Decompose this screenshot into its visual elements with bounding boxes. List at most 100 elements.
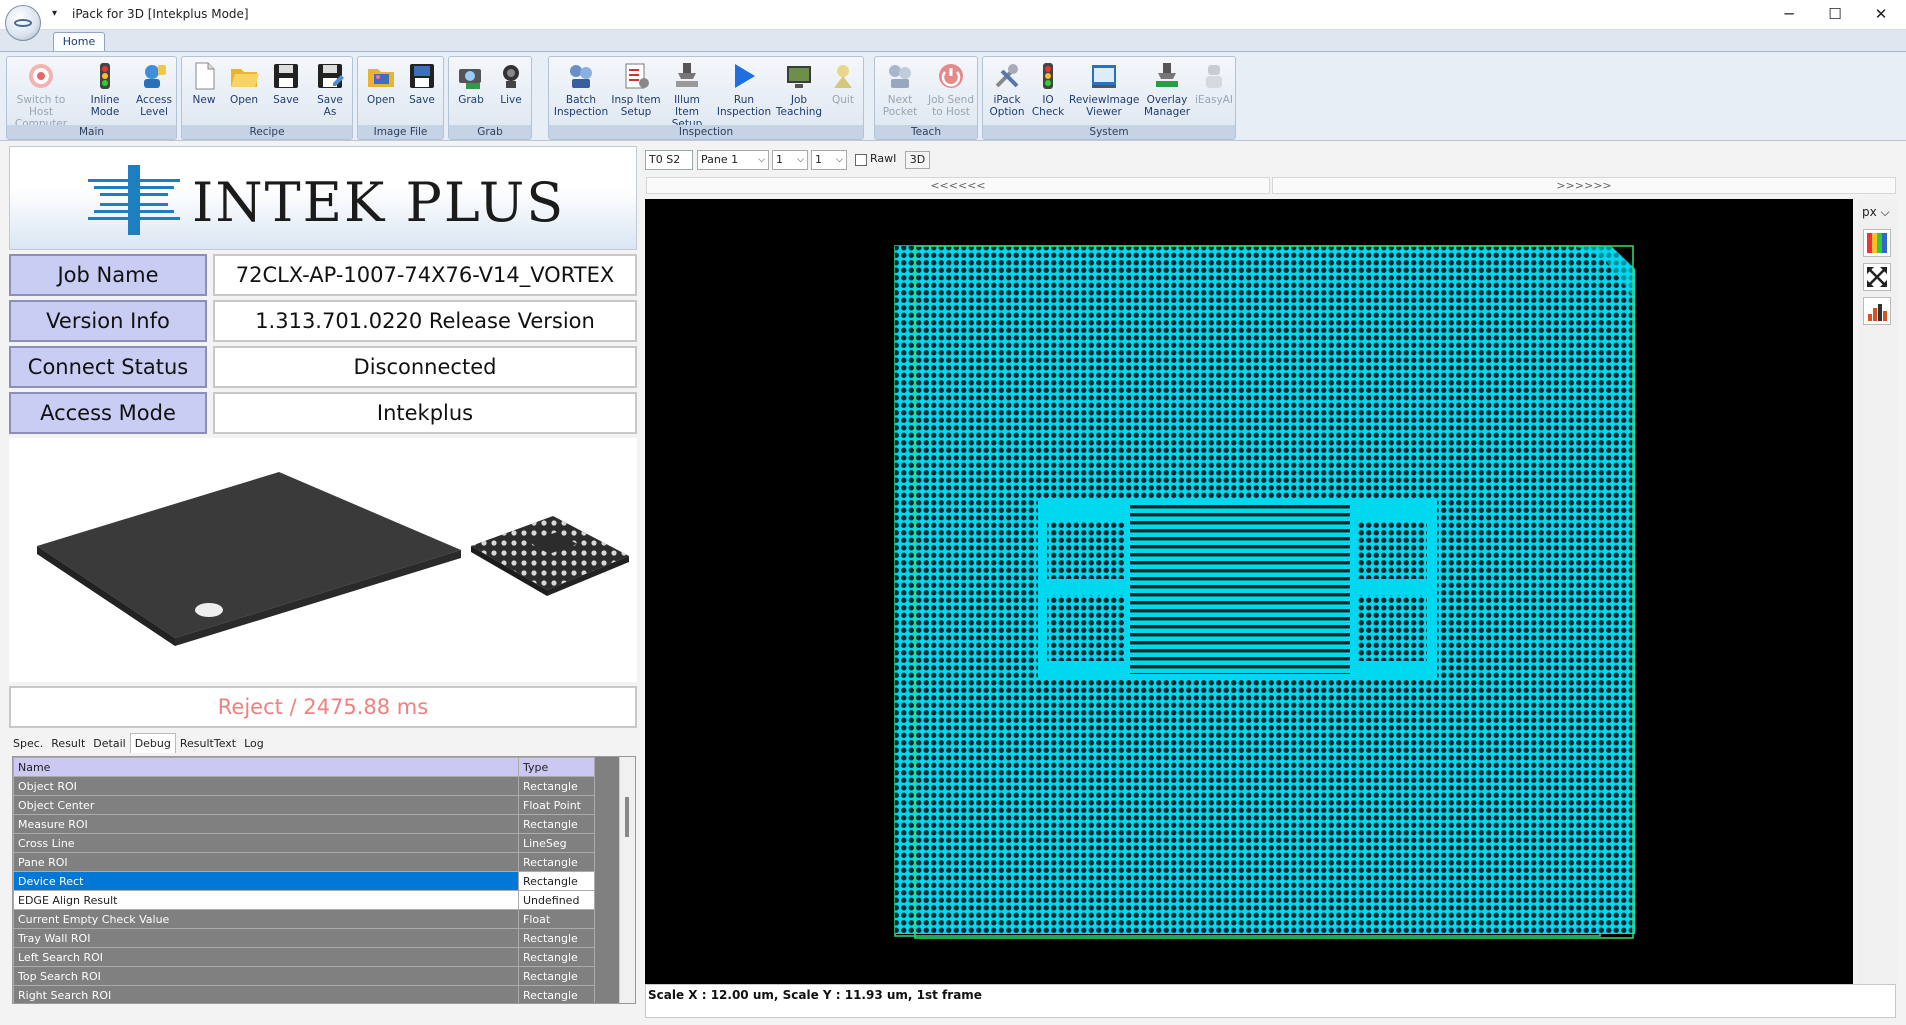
raw-checkbox[interactable] — [855, 154, 867, 166]
group-main: Switch to Host Computer Inline Mode Acce… — [6, 56, 177, 140]
table-row[interactable]: Left Search ROI Rectangle — [13, 947, 595, 967]
chevron-down-icon: ⌵ — [797, 155, 804, 165]
group-recipe: New Open Save Save As Recipe — [181, 56, 353, 140]
image-viewer[interactable] — [645, 199, 1853, 984]
quick-access-dropdown[interactable]: ▾ — [52, 8, 57, 19]
connect-status-row: Connect Status Disconnected — [9, 346, 637, 388]
illum-item-setup-button[interactable]: Illum Item Setup — [661, 59, 713, 130]
inline-mode-button[interactable]: Inline Mode — [85, 59, 125, 118]
switch-to-host-button[interactable]: Switch to Host Computer — [9, 59, 73, 130]
table-row[interactable]: Object Center Float Point — [13, 795, 595, 815]
review-image-viewer-button[interactable]: ReviewImage Viewer — [1069, 59, 1139, 118]
camera-grab-icon — [459, 69, 481, 89]
tab-result[interactable]: Result — [47, 734, 89, 754]
maximize-button[interactable]: ☐ — [1812, 0, 1858, 30]
scale-status-text: Scale X : 12.00 um, Scale Y : 11.93 um, … — [648, 988, 982, 1002]
io-check-button[interactable]: IO Check — [1031, 59, 1065, 118]
table-row[interactable]: Pane ROI Rectangle — [13, 852, 595, 872]
close-button[interactable]: ✕ — [1858, 0, 1904, 30]
recipe-save-as-label: Save As — [317, 94, 343, 118]
ribbon-tab-strip: Home — [0, 30, 1906, 52]
table-row-selected[interactable]: Device Rect Rectangle — [13, 871, 595, 891]
index-select-a[interactable]: 1 ⌵ — [772, 150, 808, 170]
recipe-save-as-button[interactable]: Save As — [310, 59, 350, 118]
access-mode-label: Access Mode — [9, 392, 207, 434]
tab-result-text[interactable]: ResultText — [176, 734, 240, 754]
row-name: Measure ROI — [13, 814, 519, 834]
package-illustration — [37, 472, 629, 646]
live-button[interactable]: Live — [493, 59, 529, 106]
tab-debug[interactable]: Debug — [129, 733, 176, 753]
row-name: Object ROI — [13, 776, 519, 796]
recipe-new-button[interactable]: New — [186, 59, 222, 106]
row-name: Top Search ROI — [13, 966, 519, 986]
group-teach: Next Pocket Job Send to Host Teach — [874, 56, 978, 140]
review-image-viewer-label: ReviewImage Viewer — [1069, 94, 1140, 118]
prev-frame-button[interactable]: <<<<<< — [646, 177, 1270, 194]
frame-input[interactable]: T0 S2 — [645, 150, 693, 170]
job-name-row: Job Name 72CLX-AP-1007-74X76-V14_VORTEX — [9, 254, 637, 296]
ipack-option-button[interactable]: iPack Option — [985, 59, 1029, 118]
batch-inspection-label: Batch Inspection — [553, 94, 609, 118]
row-name: Tray Wall ROI — [13, 928, 519, 948]
job-send-to-host-label: Job Send to Host — [928, 94, 974, 118]
colormap-button[interactable] — [1863, 229, 1891, 257]
insp-item-setup-label: Insp Item Setup — [611, 94, 661, 118]
table-row[interactable]: Current Empty Check Value Float — [13, 909, 595, 929]
column-header-name[interactable]: Name — [13, 757, 519, 777]
overlay-icon — [1156, 63, 1178, 87]
run-inspection-button[interactable]: Run Inspection — [715, 59, 773, 118]
tab-log[interactable]: Log — [240, 734, 268, 754]
table-row[interactable]: Top Search ROI Rectangle — [13, 966, 595, 986]
table-row[interactable]: EDGE Align Result Undefined — [13, 890, 595, 910]
batch-inspection-button[interactable]: Batch Inspection — [552, 59, 610, 118]
table-row[interactable]: Tray Wall ROI Rectangle — [13, 928, 595, 948]
next-pocket-button[interactable]: Next Pocket — [877, 59, 923, 118]
table-row[interactable]: Cross Line LineSeg — [13, 833, 595, 853]
app-menu-button[interactable] — [5, 5, 41, 41]
column-header-type[interactable]: Type — [518, 757, 595, 777]
table-row[interactable]: Object ROI Rectangle — [13, 776, 595, 796]
job-teaching-button[interactable]: Job Teaching — [775, 59, 823, 118]
image-save-button[interactable]: Save — [404, 59, 440, 106]
overlay-manager-button[interactable]: Overlay Manager — [1141, 59, 1193, 118]
grid-scrollbar[interactable] — [619, 757, 635, 1003]
colormap-icon — [1867, 233, 1887, 253]
next-frame-button[interactable]: >>>>>> — [1272, 177, 1896, 194]
io-light-icon — [1043, 63, 1053, 89]
row-name: Left Search ROI — [13, 947, 519, 967]
job-send-to-host-button[interactable]: Job Send to Host — [925, 59, 977, 118]
ieasyai-button[interactable]: iEasyAI — [1195, 59, 1233, 106]
image-open-button[interactable]: Open — [362, 59, 400, 106]
table-row[interactable]: Measure ROI Rectangle — [13, 814, 595, 834]
view-3d-button[interactable]: 3D — [905, 151, 930, 169]
minimize-button[interactable]: ─ — [1766, 0, 1812, 30]
tab-home[interactable]: Home — [53, 32, 105, 52]
tab-detail[interactable]: Detail — [89, 734, 129, 754]
target-icon — [29, 64, 53, 88]
viewer-side-toolbar: px ⌵ — [1858, 199, 1898, 984]
histogram-button[interactable] — [1863, 297, 1891, 325]
quit-button[interactable]: Quit — [825, 59, 861, 106]
table-row[interactable]: Right Search ROI Rectangle — [13, 985, 595, 1003]
unit-select[interactable]: px ⌵ — [1858, 203, 1894, 221]
index-select-b[interactable]: 1 ⌵ — [811, 150, 847, 170]
image-save-label: Save — [409, 94, 435, 106]
row-type: Rectangle — [518, 814, 595, 834]
recipe-save-button[interactable]: Save — [268, 59, 304, 106]
title-bar: ▾ iPack for 3D [Intekplus Mode] ─ ☐ ✕ — [0, 0, 1906, 30]
folder-open-icon — [231, 69, 259, 87]
row-type: Rectangle — [518, 776, 595, 796]
access-level-button[interactable]: Access Level — [133, 59, 175, 118]
image-folder-icon — [368, 69, 394, 87]
pane-select[interactable]: Pane 1 ⌵ — [697, 150, 769, 170]
access-mode-value: Intekplus — [213, 392, 637, 434]
recipe-open-button[interactable]: Open — [226, 59, 262, 106]
fit-view-button[interactable] — [1863, 263, 1891, 291]
scroll-thumb[interactable] — [625, 797, 629, 837]
version-info-row: Version Info 1.313.701.0220 Release Vers… — [9, 300, 637, 342]
insp-item-setup-button[interactable]: Insp Item Setup — [611, 59, 661, 118]
grab-button[interactable]: Grab — [453, 59, 489, 106]
row-type: Float Point — [518, 795, 595, 815]
tab-spec[interactable]: Spec. — [9, 734, 47, 754]
